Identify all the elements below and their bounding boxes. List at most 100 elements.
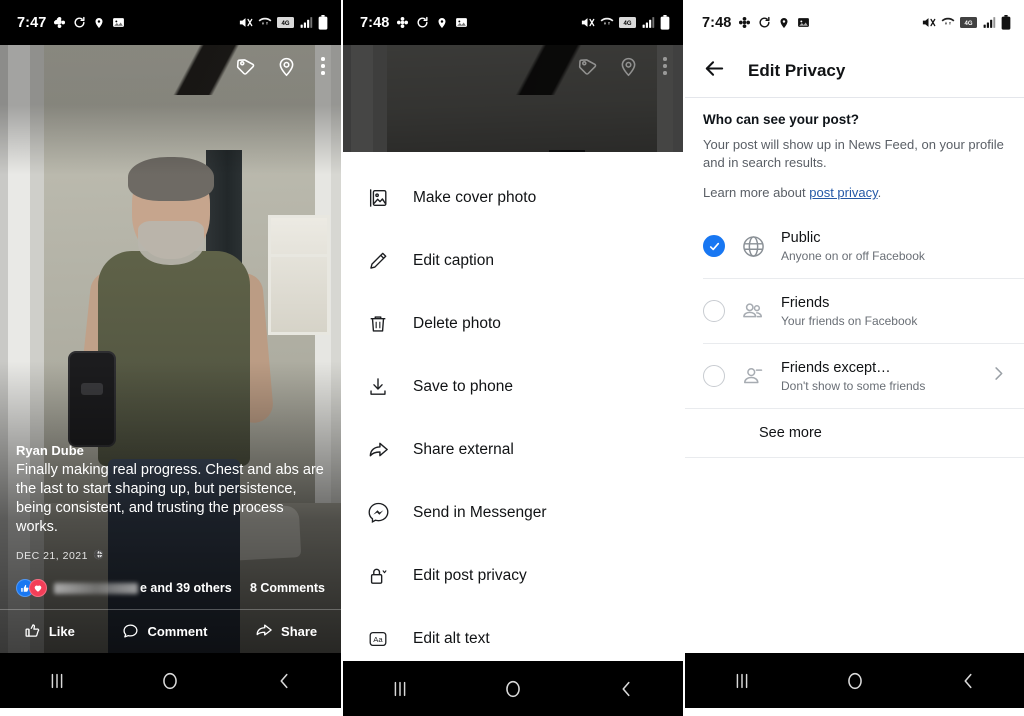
post-info-overlay: Ryan Dube Finally making real progress. …	[0, 443, 341, 605]
edit-privacy-body: Edit Privacy Who can see your post? Your…	[685, 45, 1024, 653]
chevron-right-icon[interactable]	[989, 364, 1008, 388]
menu-item-save-to-phone[interactable]: Save to phone	[343, 355, 683, 418]
tag-icon[interactable]	[577, 56, 598, 77]
globe-icon	[93, 549, 104, 563]
status-bar-left: 7:48	[360, 15, 468, 31]
status-bar-right: 4G	[921, 15, 1011, 30]
sync-icon	[73, 16, 86, 29]
back-chevron-icon[interactable]	[273, 670, 295, 692]
android-navbar-3	[685, 653, 1024, 708]
reaction-icons	[16, 579, 47, 597]
svg-text:Aa: Aa	[373, 635, 383, 644]
recents-icon[interactable]	[731, 670, 753, 692]
home-circle-icon[interactable]	[159, 670, 181, 692]
privacy-option-text: Friends Your friends on Facebook	[781, 294, 1008, 328]
post-author[interactable]: Ryan Dube	[16, 443, 325, 458]
share-button[interactable]: Share	[255, 621, 317, 642]
comments-count[interactable]: 8 Comments	[250, 581, 325, 595]
menu-item-edit-post-privacy[interactable]: Edit post privacy	[343, 544, 683, 607]
location-pin-icon[interactable]	[276, 56, 297, 77]
menu-item-edit-caption[interactable]: Edit caption	[343, 229, 683, 292]
privacy-option-title: Friends	[781, 295, 830, 311]
post-privacy-link[interactable]: post privacy	[809, 185, 877, 200]
lte-icon: 4G	[960, 17, 977, 28]
menu-item-label: Edit alt text	[413, 629, 490, 647]
share-label: Share	[281, 624, 318, 639]
edit-privacy-header: Edit Privacy	[685, 45, 1024, 97]
privacy-option-title: Public	[781, 230, 821, 246]
mute-icon	[921, 15, 936, 30]
clover-icon	[53, 16, 66, 29]
menu-item-delete-photo[interactable]: Delete photo	[343, 292, 683, 355]
recents-icon[interactable]	[46, 670, 68, 692]
menu-item-label: Edit caption	[413, 251, 494, 269]
status-bar-right: 4G	[580, 15, 670, 30]
photo-icon	[112, 16, 125, 29]
photo-topbar-dim	[343, 45, 683, 87]
sync-icon	[416, 16, 429, 29]
back-chevron-icon[interactable]	[615, 678, 637, 700]
photo-viewer-image[interactable]: Ryan Dube Finally making real progress. …	[0, 45, 341, 653]
radio-unselected-icon[interactable]	[703, 365, 725, 387]
photo-icon	[797, 16, 810, 29]
privacy-option-friends[interactable]: Friends Your friends on Facebook	[685, 279, 1024, 343]
home-circle-icon[interactable]	[502, 678, 524, 700]
back-arrow-icon[interactable]	[703, 57, 726, 85]
status-bar-photo-menu: 7:48 4G	[343, 0, 683, 45]
battery-icon	[1001, 15, 1011, 30]
sync-icon	[758, 16, 771, 29]
tag-icon[interactable]	[235, 56, 256, 77]
thumbs-up-icon	[24, 622, 41, 642]
svg-text:4G: 4G	[623, 21, 631, 27]
blurred-reactor-name	[54, 583, 138, 594]
clover-icon	[738, 16, 751, 29]
dimmed-photo-backdrop[interactable]	[343, 45, 683, 152]
battery-icon	[318, 15, 328, 30]
wifi-transfer-icon	[941, 16, 955, 30]
menu-item-label: Make cover photo	[413, 188, 537, 206]
comment-bubble-icon	[122, 622, 139, 642]
status-bar-photo-viewer: 7:47 4G	[0, 0, 341, 45]
post-reactions[interactable]: e and 39 others	[16, 579, 232, 597]
panel-edit-privacy: 7:48 4G Edit Privacy Who can see your po…	[685, 0, 1024, 716]
see-more-row[interactable]: See more	[685, 409, 1024, 457]
lte-icon: 4G	[277, 17, 294, 28]
privacy-option-text: Public Anyone on or off Facebook	[781, 229, 1008, 263]
menu-item-label: Edit post privacy	[413, 566, 527, 584]
person-minus-icon	[739, 363, 767, 389]
status-bar-left: 7:47	[17, 15, 125, 31]
status-bar-clock: 7:47	[17, 14, 47, 31]
messenger-icon	[365, 501, 391, 524]
svg-text:4G: 4G	[964, 21, 972, 27]
radio-unselected-icon[interactable]	[703, 300, 725, 322]
location-pin-icon[interactable]	[618, 56, 639, 77]
like-button[interactable]: Like	[24, 622, 75, 642]
status-bar-clock: 7:48	[360, 14, 390, 31]
menu-item-send-in-messenger[interactable]: Send in Messenger	[343, 481, 683, 544]
menu-item-make-cover-photo[interactable]: Make cover photo	[343, 166, 683, 229]
home-circle-icon[interactable]	[844, 670, 866, 692]
menu-item-share-external[interactable]: Share external	[343, 418, 683, 481]
mute-icon	[238, 15, 253, 30]
location-icon	[93, 17, 105, 29]
status-bar-clock: 7:48	[702, 14, 732, 31]
post-engagement-row: e and 39 others 8 Comments	[16, 579, 325, 597]
privacy-description: Your post will show up in News Feed, on …	[703, 137, 1004, 170]
location-icon	[778, 17, 790, 29]
globe-icon	[739, 234, 767, 259]
kebab-menu-icon[interactable]	[659, 53, 671, 79]
privacy-option-public[interactable]: Public Anyone on or off Facebook	[685, 214, 1024, 278]
radio-selected-icon[interactable]	[703, 235, 725, 257]
privacy-option-friends-except[interactable]: Friends except… Don't show to some frien…	[685, 344, 1024, 408]
privacy-option-title: Friends except…	[781, 360, 891, 376]
kebab-menu-icon[interactable]	[317, 53, 329, 79]
comment-button[interactable]: Comment	[122, 622, 207, 642]
see-more-bottom-divider	[685, 457, 1024, 458]
page-title: Edit Privacy	[748, 61, 846, 80]
back-chevron-icon[interactable]	[957, 670, 979, 692]
love-reaction-icon	[29, 579, 47, 597]
mute-icon	[580, 15, 595, 30]
android-navbar-1	[0, 653, 341, 708]
learn-more-prefix: Learn more about	[703, 185, 810, 200]
recents-icon[interactable]	[389, 678, 411, 700]
